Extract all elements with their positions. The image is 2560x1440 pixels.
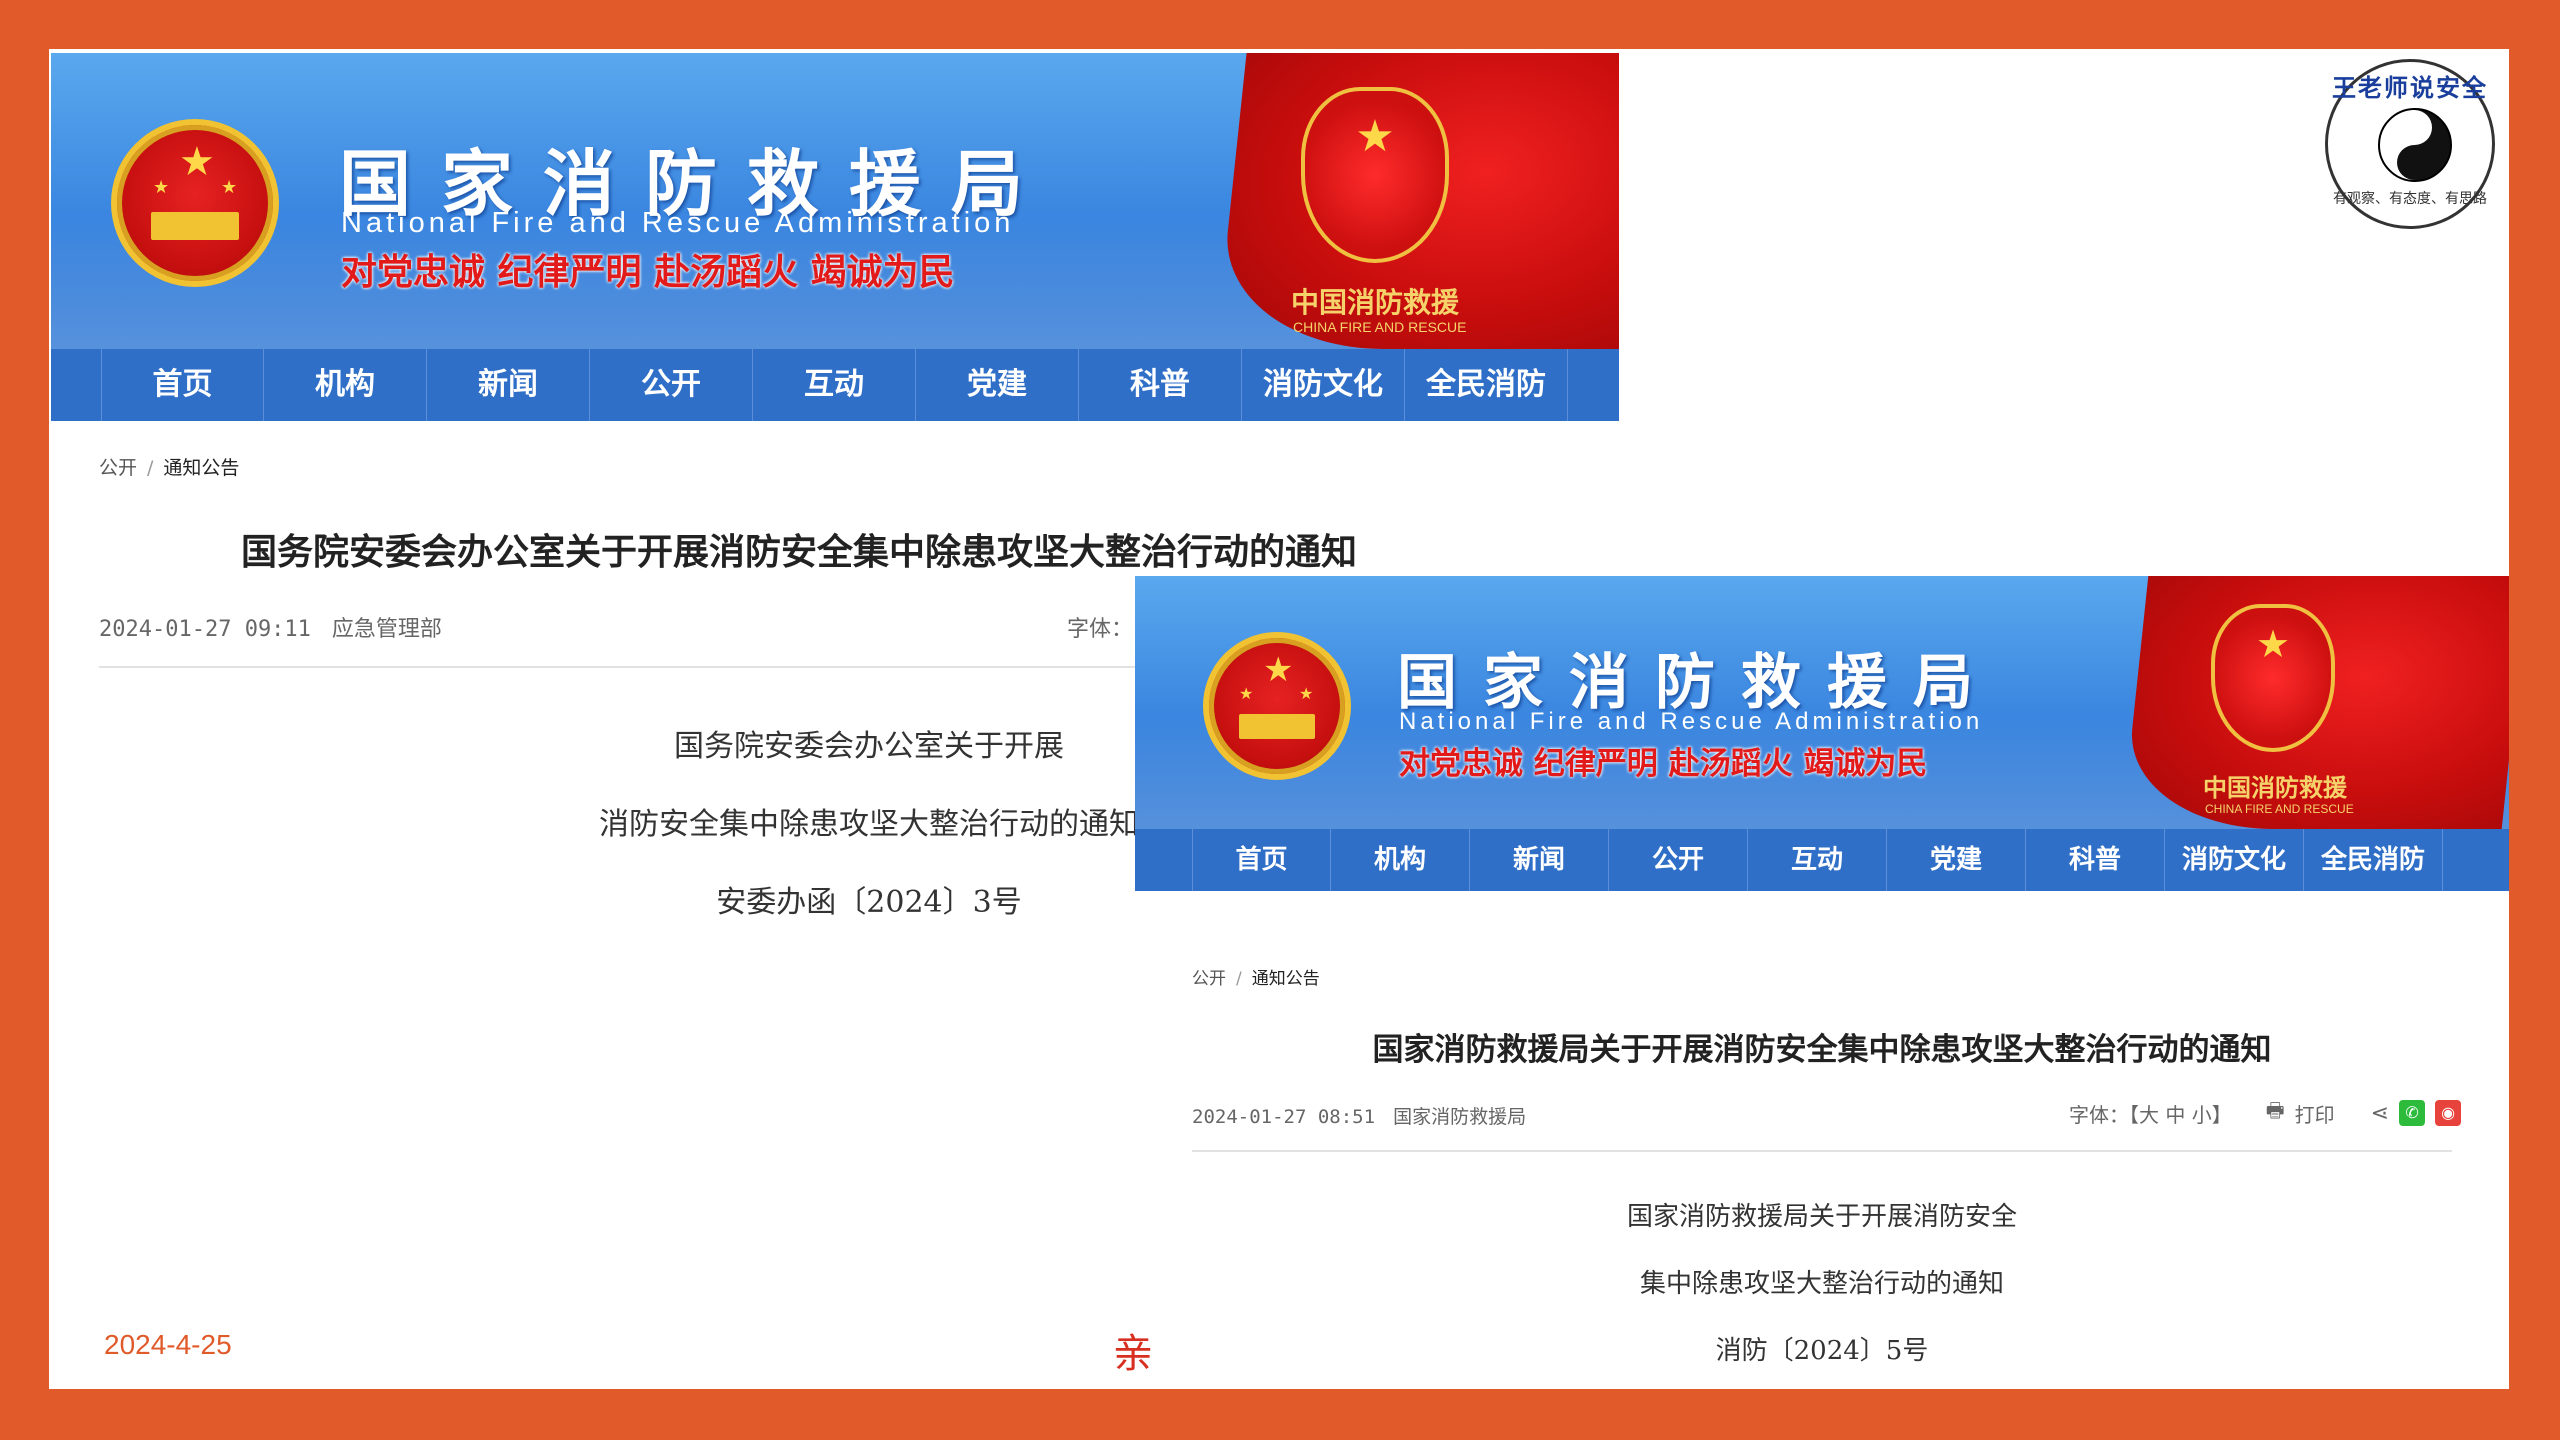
site-motto-2: 对党忠诚 纪律严明 赴汤蹈火 竭诚为民 [1399,746,1928,782]
site-motto: 对党忠诚 纪律严明 赴汤蹈火 竭诚为民 [341,251,955,293]
slide-footer-char: 亲 [1113,1331,1153,1377]
nav-item-news[interactable]: 新闻 [1470,829,1609,891]
nav-item-org[interactable]: 机构 [1331,829,1470,891]
article-source: 应急管理部 [331,617,442,642]
main-nav: 首页 机构 新闻 公开 互动 党建 科普 消防文化 全民消防 [51,349,1619,421]
nav-item-culture[interactable]: 消防文化 [2165,829,2304,891]
article-meta-2: 2024-01-27 08:51 国家消防救援局 [1192,1102,1526,1129]
breadcrumb-2: 公开 / 通知公告 [1192,969,1320,989]
doc-number: 消防〔2024〕5号 [1715,1336,1929,1366]
breadcrumb-current[interactable]: 通知公告 [163,457,239,479]
print-icon[interactable]: 🖶 [2266,1096,2285,1130]
flag-subtext: CHINA FIRE AND RESCUE [1293,319,1467,335]
nav-item-public-fire[interactable]: 全民消防 [2304,829,2443,891]
share-icon[interactable]: ⋖ [2371,1101,2389,1126]
breadcrumb-link-public[interactable]: 公开 [99,457,137,479]
doc-heading-line-1: 国家消防救援局关于开展消防安全 [1626,1202,2017,1232]
author-seal-logo: 王老师说安全 有观察、有态度、有思路 [2325,59,2495,229]
breadcrumb: 公开 / 通知公告 [99,457,240,479]
nav-item-public[interactable]: 公开 [1609,829,1748,891]
site-title-en: National Fire and Rescue Administration [341,207,1015,239]
nav-item-science[interactable]: 科普 [1079,349,1242,421]
fire-rescue-badge-icon: ★ [1301,87,1449,263]
site-banner-2: ★ ★ ★ 国家消防救援局 National Fire and Rescue A… [1135,576,2509,829]
nav-item-party[interactable]: 党建 [916,349,1079,421]
nav-item-home[interactable]: 首页 [1192,829,1331,891]
article-source: 国家消防救援局 [1393,1106,1527,1128]
breadcrumb-current[interactable]: 通知公告 [1252,969,1320,989]
seal-ring-text: 王老师说安全 [2332,74,2488,102]
nav-item-interact[interactable]: 互动 [1748,829,1887,891]
article-date: 2024-01-27 09:11 [99,617,311,642]
nav-item-news[interactable]: 新闻 [427,349,590,421]
nav-item-interact[interactable]: 互动 [753,349,916,421]
site-title-en-2: National Fire and Rescue Administration [1399,708,1984,735]
flag-text-2: 中国消防救援 [2203,774,2347,802]
nav-item-home[interactable]: 首页 [101,349,264,421]
nav-item-party[interactable]: 党建 [1887,829,2026,891]
nav-item-culture[interactable]: 消防文化 [1242,349,1405,421]
slide-date: 2024-4-25 [104,1329,232,1360]
article-tools: 字体：【大 中 小】 🖶 打印 ⋖ ✆ ◉ [2069,1096,2462,1130]
second-screenshot: ★ ★ ★ 国家消防救援局 National Fire and Rescue A… [1135,576,2509,1389]
article-meta: 2024-01-27 09:11 应急管理部 [99,611,442,643]
divider-2 [1192,1150,2452,1152]
nav-item-public-fire[interactable]: 全民消防 [1405,349,1568,421]
article-title: 国务院安委会办公室关于开展消防安全集中除患攻坚大整治行动的通知 [241,532,1358,573]
main-nav-2: 首页 机构 新闻 公开 互动 党建 科普 消防文化 全民消防 [1135,829,2509,891]
print-button[interactable]: 打印 [2295,1099,2335,1128]
slide: ★ ★ ★ 国家消防救援局 National Fire and Rescue A… [49,49,2509,1389]
breadcrumb-link-public[interactable]: 公开 [1192,969,1226,989]
flag-text: 中国消防救援 [1291,286,1460,319]
fire-rescue-badge-icon-2: ★ [2211,604,2335,752]
nav-item-public[interactable]: 公开 [590,349,753,421]
font-size-label: 字体： [1067,617,1134,642]
article-title-2: 国家消防救援局关于开展消防安全集中除患攻坚大整治行动的通知 [1372,1032,2272,1068]
flag-subtext-2: CHINA FIRE AND RESCUE [2205,802,2354,816]
wechat-icon[interactable]: ✆ [2399,1100,2426,1126]
weibo-icon[interactable]: ◉ [2435,1100,2462,1126]
site-banner: ★ ★ ★ 国家消防救援局 National Fire and Rescue A… [51,53,1619,349]
nav-item-org[interactable]: 机构 [264,349,427,421]
national-emblem-icon: ★ ★ ★ [111,119,279,287]
taiji-icon [2378,108,2452,182]
article-date: 2024-01-27 08:51 [1192,1106,1376,1128]
doc-heading-line-2: 集中除患攻坚大整治行动的通知 [1639,1269,2004,1299]
divider [99,666,1139,668]
seal-subtext: 有观察、有态度、有思路 [2333,191,2487,207]
nav-item-science[interactable]: 科普 [2026,829,2165,891]
font-size-switch[interactable]: 字体：【大 中 小】 [2069,1099,2232,1128]
national-emblem-icon-2: ★ ★ ★ [1203,632,1351,780]
